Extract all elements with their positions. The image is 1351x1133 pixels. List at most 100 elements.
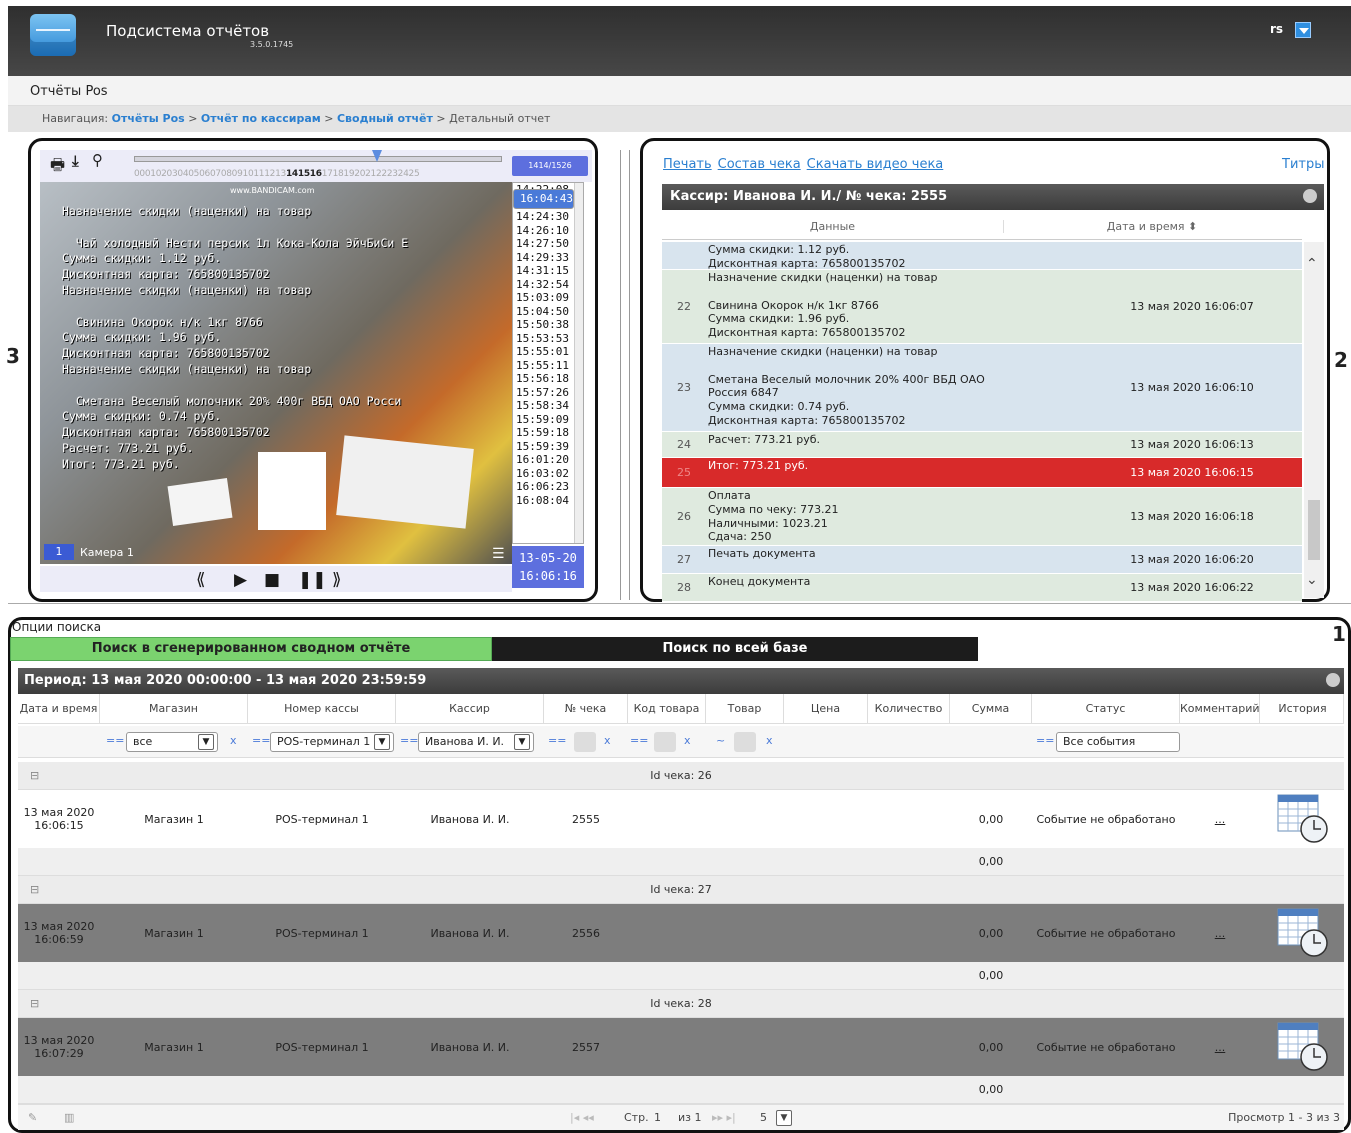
column-header[interactable]: Кассир <box>396 694 544 723</box>
column-header[interactable]: № чека <box>544 694 628 723</box>
column-header[interactable]: Дата и время <box>18 694 100 723</box>
time-list-item[interactable]: 14:24:30 <box>513 210 583 224</box>
column-header[interactable]: Комментарий <box>1180 694 1260 723</box>
column-header[interactable]: Статус <box>1032 694 1180 723</box>
menu-icon[interactable]: ☰ <box>492 546 505 562</box>
time-list-scrollbar[interactable] <box>574 183 583 543</box>
time-list-item[interactable]: 14:27:50 <box>513 237 583 251</box>
column-header[interactable]: Цена <box>784 694 868 723</box>
collapse-icon[interactable] <box>1326 673 1340 687</box>
time-list-item[interactable]: 15:58:34 <box>513 399 583 413</box>
receipt-row[interactable]: 28 Конец документа 13 мая 2020 16:06:22 <box>662 574 1302 602</box>
column-header[interactable]: Код товара <box>628 694 706 723</box>
column-header[interactable]: Номер кассы <box>248 694 396 723</box>
time-list-item[interactable]: 15:55:11 <box>513 359 583 373</box>
table-row[interactable]: 13 мая 2020 16:07:29 Магазин 1 POS-термина… <box>18 1018 1344 1076</box>
time-list-item[interactable]: 15:53:53 <box>513 332 583 346</box>
history-calendar-icon[interactable] <box>1276 907 1328 959</box>
receipt-row[interactable]: 26 Оплата Сумма по чеку: 773.21 Наличными… <box>662 488 1302 546</box>
table-row[interactable]: 13 мая 2020 16:06:15 Магазин 1 POS-термина… <box>18 790 1344 848</box>
column-header[interactable]: Магазин <box>100 694 248 723</box>
breadcrumb-link-summary[interactable]: Сводный отчёт <box>337 112 433 125</box>
time-list-item[interactable]: 14:32:54 <box>513 278 583 292</box>
group-header[interactable]: ⊟ Id чека: 26 <box>18 762 1344 790</box>
receipt-row[interactable]: 22 Назначение скидки (наценки) на товар С… <box>662 270 1302 344</box>
fast-forward-icon[interactable]: ⟫ <box>332 570 341 590</box>
scroll-down-icon[interactable]: ⌄ <box>1306 572 1318 588</box>
column-header[interactable]: Количество <box>868 694 950 723</box>
group-header[interactable]: ⊟ Id чека: 27 <box>18 876 1344 904</box>
panel-splitter[interactable] <box>620 150 630 600</box>
page-size[interactable]: 5 <box>760 1111 767 1124</box>
time-list-item[interactable]: 15:56:18 <box>513 372 583 386</box>
clear-icon[interactable]: x <box>604 734 611 747</box>
col-data[interactable]: Данные <box>662 220 1004 233</box>
last-page-icon[interactable]: ▸▸ ▸| <box>712 1111 736 1124</box>
product-code-input[interactable] <box>654 732 676 752</box>
rewind-icon[interactable]: ⟪ <box>196 570 205 590</box>
clear-icon[interactable]: x <box>684 734 691 747</box>
column-header[interactable]: Сумма <box>950 694 1032 723</box>
columns-icon[interactable]: ▥ <box>64 1111 74 1124</box>
receipt-row[interactable]: 27 Печать документа 13 мая 2020 16:06:20 <box>662 546 1302 574</box>
time-list-item[interactable]: 15:59:09 <box>513 413 583 427</box>
col-datetime[interactable]: Дата и время ⬍ <box>1004 220 1300 233</box>
timeline-track[interactable] <box>134 156 502 162</box>
print-icon[interactable]: 🖶 <box>50 154 65 181</box>
time-list-item[interactable]: 16:08:04 <box>513 494 583 508</box>
first-page-icon[interactable]: |◂ ◂◂ <box>570 1111 594 1124</box>
scroll-up-icon[interactable]: ⌃ <box>1306 256 1318 272</box>
horizontal-splitter[interactable] <box>8 603 1351 611</box>
pause-icon[interactable]: ❚❚ <box>298 570 327 590</box>
column-header[interactable]: Товар <box>706 694 784 723</box>
stop-icon[interactable]: ■ <box>264 570 280 590</box>
edit-icon[interactable]: ✎ <box>28 1111 37 1124</box>
check-number-input[interactable] <box>574 732 596 752</box>
clear-icon[interactable]: x <box>230 734 237 747</box>
time-list-item[interactable]: 16:04:43 <box>513 189 574 209</box>
user-dropdown-icon[interactable] <box>1295 22 1311 38</box>
receipt-row[interactable]: Сумма скидки: 1.12 руб. Дисконтная карта… <box>662 242 1302 270</box>
status-select[interactable]: Все события <box>1056 732 1180 752</box>
time-list-item[interactable]: 14:26:10 <box>513 224 583 238</box>
breadcrumb-link-pos[interactable]: Отчёты Pos <box>112 112 185 125</box>
time-list-item[interactable]: 15:04:50 <box>513 305 583 319</box>
cell-comment[interactable]: ... <box>1180 790 1260 848</box>
group-header[interactable]: ⊟ Id чека: 28 <box>18 990 1344 1018</box>
time-list-item[interactable]: 15:59:39 <box>513 440 583 454</box>
time-list-item[interactable]: 14:31:15 <box>513 264 583 278</box>
chevron-down-icon[interactable]: ▼ <box>776 1110 792 1126</box>
cell-comment[interactable]: ... <box>1180 1018 1260 1076</box>
time-list-item[interactable]: 15:59:18 <box>513 426 583 440</box>
column-header[interactable]: История <box>1262 694 1344 723</box>
search-icon[interactable]: ⚲ <box>92 151 103 169</box>
tab-full-search[interactable]: Поиск по всей базе <box>492 637 978 661</box>
receipt-row[interactable]: 25 Итог: 773.21 руб. 13 мая 2020 16:06:15 <box>662 458 1302 488</box>
time-list-item[interactable]: 15:55:01 <box>513 345 583 359</box>
receipt-row[interactable]: 23 Назначение скидки (наценки) на товар С… <box>662 344 1302 432</box>
time-list-item[interactable]: 16:06:23 <box>513 480 583 494</box>
collapse-icon[interactable] <box>1303 189 1317 203</box>
receipt-scroll-thumb[interactable] <box>1308 500 1320 560</box>
receipt-row[interactable]: 24 Расчет: 773.21 руб. 13 мая 2020 16:06:1… <box>662 432 1302 458</box>
play-icon[interactable]: ▶ <box>234 570 247 590</box>
download-video-link[interactable]: Скачать видео чека <box>807 157 944 172</box>
clear-icon[interactable]: x <box>766 734 773 747</box>
download-icon[interactable]: ⤓ <box>72 152 79 170</box>
product-input[interactable] <box>734 732 756 752</box>
time-list-item[interactable]: 15:50:38 <box>513 318 583 332</box>
cell-comment[interactable]: ... <box>1180 904 1260 962</box>
cashier-select[interactable]: Иванова И. И. ▼ <box>418 732 534 752</box>
page-number[interactable]: 1 <box>654 1111 661 1124</box>
time-list-item[interactable]: 15:57:26 <box>513 386 583 400</box>
breadcrumb-link-cashiers[interactable]: Отчёт по кассирам <box>201 112 321 125</box>
print-link[interactable]: Печать <box>663 157 712 172</box>
video-frame[interactable]: www.BANDICAM.com Назначение скидки (наце… <box>40 182 512 564</box>
receipt-content-link[interactable]: Состав чека <box>718 157 801 172</box>
time-list-item[interactable]: 15:03:09 <box>513 291 583 305</box>
user-name[interactable]: rs <box>1270 22 1283 36</box>
titles-link[interactable]: Титры <box>1282 157 1324 172</box>
tab-summary-search[interactable]: Поиск в сгенерированном сводном отчёте <box>10 637 492 661</box>
history-calendar-icon[interactable] <box>1276 1021 1328 1073</box>
time-list-item[interactable]: 16:01:20 <box>513 453 583 467</box>
